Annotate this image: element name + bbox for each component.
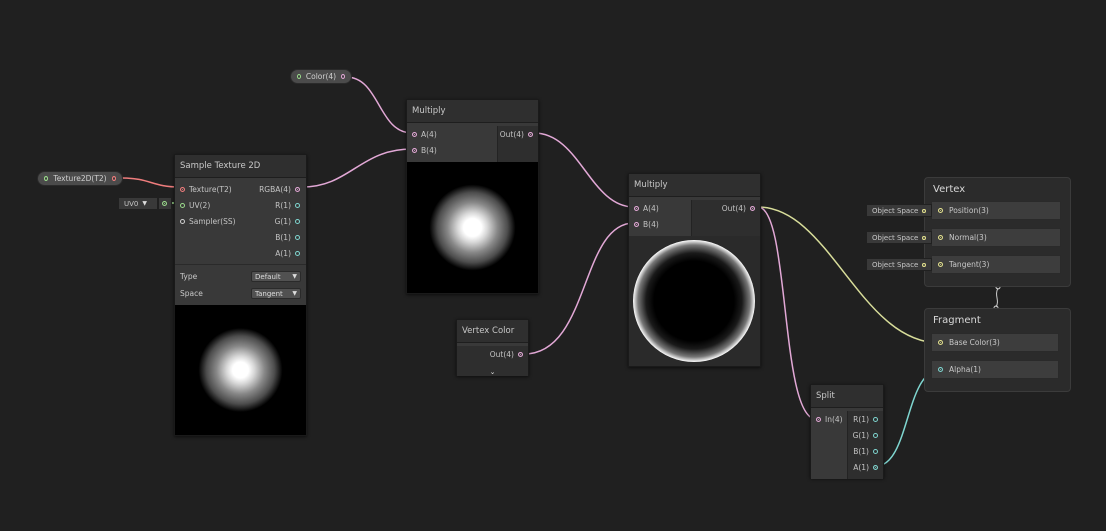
context-title: Fragment: [933, 315, 981, 326]
node-title: Split: [811, 385, 883, 408]
space-label: Space: [180, 289, 203, 298]
uv-connector: [158, 197, 172, 210]
in-input-port[interactable]: In(4): [811, 411, 847, 427]
texture-output-port[interactable]: [111, 176, 116, 181]
position-block[interactable]: Position(3): [931, 201, 1061, 220]
b-output-port[interactable]: B(1): [255, 229, 305, 245]
texture-input-port[interactable]: Texture(T2): [175, 181, 255, 197]
base-color-block[interactable]: Base Color(3): [931, 333, 1059, 352]
normal-block[interactable]: Normal(3): [931, 228, 1061, 247]
a-input-port[interactable]: A(4): [407, 126, 497, 142]
node-title: Multiply: [407, 100, 538, 123]
a-input-port[interactable]: A(4): [629, 200, 691, 216]
property-marker-icon: [297, 74, 301, 79]
alpha-block[interactable]: Alpha(1): [931, 360, 1059, 379]
sample-texture-2d-node[interactable]: Sample Texture 2D Texture(T2) UV(2) Samp…: [174, 154, 307, 436]
texture-property-label: Texture2D(T2): [53, 174, 107, 183]
out-output-port[interactable]: Out(4): [498, 126, 538, 142]
out-output-port[interactable]: Out(4): [457, 346, 528, 362]
normal-space-value[interactable]: Object Space: [866, 231, 932, 244]
r-output-port[interactable]: R(1): [255, 197, 305, 213]
r-output-port[interactable]: R(1): [848, 411, 883, 427]
node-title: Vertex Color: [457, 320, 528, 343]
type-dropdown[interactable]: Default ▼: [251, 271, 301, 282]
sphere-preview: [633, 240, 755, 362]
chevron-down-icon: ▼: [292, 290, 297, 297]
position-space-value[interactable]: Object Space: [866, 204, 932, 217]
node-title: Multiply: [629, 174, 760, 197]
space-dropdown[interactable]: Tangent ▼: [251, 288, 301, 299]
node-title: Sample Texture 2D: [175, 155, 306, 178]
b-input-port[interactable]: B(4): [407, 142, 497, 158]
b-output-port[interactable]: B(1): [848, 443, 883, 459]
a-output-port[interactable]: A(1): [848, 459, 883, 475]
tangent-block[interactable]: Tangent(3): [931, 255, 1061, 274]
g-output-port[interactable]: G(1): [848, 427, 883, 443]
expand-toggle[interactable]: ⌄: [457, 368, 528, 376]
tangent-space-value[interactable]: Object Space: [866, 258, 932, 271]
chevron-down-icon: ⌄: [489, 368, 496, 376]
multiply-preview-1: [407, 162, 538, 293]
color-property-label: Color(4): [305, 72, 337, 81]
color-output-port[interactable]: [341, 74, 345, 79]
context-title: Vertex: [933, 184, 966, 195]
property-marker-icon: [44, 176, 49, 181]
out-output-port[interactable]: Out(4): [692, 200, 760, 216]
multiply-node-2[interactable]: Multiply A(4) B(4) Out(4): [628, 173, 761, 367]
g-output-port[interactable]: G(1): [255, 213, 305, 229]
multiply-preview-2: [629, 236, 760, 366]
a-output-port[interactable]: A(1): [255, 245, 305, 261]
vertex-color-node[interactable]: Vertex Color Out(4) ⌄: [456, 319, 529, 376]
multiply-node-1[interactable]: Multiply A(4) B(4) Out(4): [406, 99, 539, 294]
color-property-node[interactable]: Color(4): [290, 69, 352, 84]
b-input-port[interactable]: B(4): [629, 216, 691, 232]
uv-channel-value: UV0: [124, 199, 139, 208]
sampler-input-port[interactable]: Sampler(SS): [175, 213, 255, 229]
chevron-down-icon: ▼: [142, 200, 147, 207]
uv-channel-dropdown[interactable]: UV0 ▼: [118, 197, 158, 210]
type-label: Type: [180, 272, 198, 281]
rgba-output-port[interactable]: RGBA(4): [255, 181, 305, 197]
chevron-down-icon: ▼: [292, 273, 297, 280]
split-node[interactable]: Split In(4) R(1) G(1) B(1) A(1): [810, 384, 884, 479]
texture-property-node[interactable]: Texture2D(T2): [37, 171, 123, 186]
uv-connector-port[interactable]: [162, 201, 167, 206]
texture-preview: [175, 305, 306, 435]
uv-input-port[interactable]: UV(2): [175, 197, 255, 213]
